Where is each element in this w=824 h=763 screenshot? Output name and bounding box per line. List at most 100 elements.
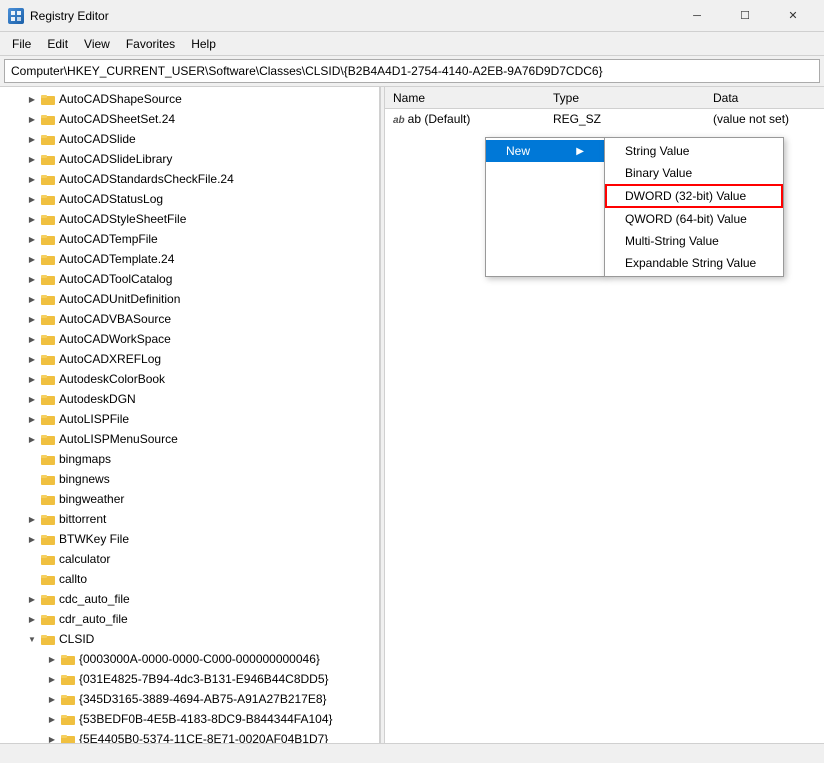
tree-expand-icon[interactable]: ▶ [24,411,40,427]
tree-expand-icon[interactable]: ▼ [24,631,40,647]
tree-item[interactable]: ▶ AutoCADWorkSpace [0,329,379,349]
tree-item[interactable]: ▶ AutoCADSlide [0,129,379,149]
tree-expand-icon[interactable]: ▶ [24,211,40,227]
tree-item[interactable]: ▶ {53BEDF0B-4E5B-4183-8DC9-B844344FA104} [0,709,379,729]
title-bar: Registry Editor ─ ☐ ✕ [0,0,824,32]
menu-view[interactable]: View [76,35,118,53]
tree-expand-icon[interactable]: ▶ [44,651,60,667]
tree-expand-icon[interactable]: ▶ [44,671,60,687]
tree-item[interactable]: ▼ CLSID [0,629,379,649]
tree-panel[interactable]: ▶ AutoCADShapeSource▶ AutoCADSheetSet.24… [0,87,380,743]
tree-item-label: AutoCADWorkSpace [59,332,171,346]
tree-item-label: AutoCADShapeSource [59,92,182,106]
table-row[interactable]: abab (Default)REG_SZ(value not set) [385,109,824,129]
submenu-value-item[interactable]: Binary Value [605,162,783,184]
tree-expand-icon[interactable]: ▶ [44,711,60,727]
tree-item[interactable]: calculator [0,549,379,569]
tree-expand-icon[interactable]: ▶ [24,91,40,107]
tree-expand-icon[interactable]: ▶ [24,611,40,627]
tree-item[interactable]: ▶ cdr_auto_file [0,609,379,629]
tree-expand-icon[interactable]: ▶ [24,351,40,367]
submenu-value-item[interactable]: DWORD (32-bit) Value [605,184,783,208]
tree-item[interactable]: ▶ {0003000A-0000-0000-C000-000000000046} [0,649,379,669]
folder-icon [40,91,56,107]
tree-item[interactable]: ▶ AutoCADStyleSheetFile [0,209,379,229]
tree-expand-icon[interactable]: ▶ [24,391,40,407]
close-button[interactable]: ✕ [770,0,816,32]
folder-icon [40,591,56,607]
submenu-new[interactable]: New ▶ [485,137,605,277]
tree-item[interactable]: ▶ AutoCADStatusLog [0,189,379,209]
tree-item[interactable]: ▶ AutoLISPMenuSource [0,429,379,449]
tree-item[interactable]: ▶ AutoCADTemplate.24 [0,249,379,269]
tree-item[interactable]: callto [0,569,379,589]
tree-item[interactable]: ▶ AutodeskColorBook [0,369,379,389]
folder-icon [40,311,56,327]
main-area: ▶ AutoCADShapeSource▶ AutoCADSheetSet.24… [0,86,824,743]
maximize-button[interactable]: ☐ [722,0,768,32]
new-label: New [506,144,530,158]
tree-expand-icon[interactable]: ▶ [24,151,40,167]
tree-item[interactable]: ▶ AutoCADToolCatalog [0,269,379,289]
tree-expand-icon[interactable]: ▶ [24,131,40,147]
tree-expand-icon[interactable]: ▶ [24,111,40,127]
tree-item[interactable]: ▶ AutoCADTempFile [0,229,379,249]
folder-icon [40,291,56,307]
tree-item[interactable]: ▶ {345D3165-3889-4694-AB75-A91A27B217E8} [0,689,379,709]
tree-expand-icon[interactable]: ▶ [24,371,40,387]
tree-item[interactable]: ▶ AutoLISPFile [0,409,379,429]
tree-expand-icon[interactable] [24,491,40,507]
menu-edit[interactable]: Edit [39,35,76,53]
tree-expand-icon[interactable]: ▶ [24,271,40,287]
tree-item[interactable]: ▶ AutodeskDGN [0,389,379,409]
tree-item[interactable]: ▶ {5E4405B0-5374-11CE-8E71-0020AF04B1D7} [0,729,379,743]
col-header-data: Data [705,91,824,105]
tree-expand-icon[interactable] [24,451,40,467]
submenu-new-item[interactable]: New ▶ [486,140,604,162]
ab-icon: ab [393,115,405,126]
submenu-values[interactable]: String ValueBinary ValueDWORD (32-bit) V… [604,137,784,277]
tree-item[interactable]: ▶ {031E4825-7B94-4dc3-B131-E946B44C8DD5} [0,669,379,689]
tree-item[interactable]: ▶ AutoCADSheetSet.24 [0,109,379,129]
submenu-value-item[interactable]: QWORD (64-bit) Value [605,208,783,230]
minimize-button[interactable]: ─ [674,0,720,32]
tree-item[interactable]: bingnews [0,469,379,489]
tree-expand-icon[interactable]: ▶ [24,251,40,267]
submenu-value-item[interactable]: Multi-String Value [605,230,783,252]
tree-item[interactable]: ▶ AutoCADStandardsCheckFile.24 [0,169,379,189]
tree-item[interactable]: ▶ AutoCADXREFLog [0,349,379,369]
tree-expand-icon[interactable]: ▶ [24,331,40,347]
tree-expand-icon[interactable]: ▶ [24,431,40,447]
submenu-value-item[interactable]: Expandable String Value [605,252,783,274]
menu-favorites[interactable]: Favorites [118,35,183,53]
tree-item[interactable]: ▶ BTWKey File [0,529,379,549]
tree-item[interactable]: ▶ AutoCADShapeSource [0,89,379,109]
tree-item[interactable]: bingweather [0,489,379,509]
tree-item[interactable]: bingmaps [0,449,379,469]
address-bar[interactable]: Computer\HKEY_CURRENT_USER\Software\Clas… [4,59,820,83]
tree-item[interactable]: ▶ cdc_auto_file [0,589,379,609]
tree-expand-icon[interactable]: ▶ [24,511,40,527]
tree-item[interactable]: ▶ AutoCADVBASource [0,309,379,329]
tree-expand-icon[interactable]: ▶ [24,291,40,307]
tree-expand-icon[interactable]: ▶ [24,531,40,547]
tree-expand-icon[interactable]: ▶ [24,231,40,247]
tree-expand-icon[interactable]: ▶ [24,171,40,187]
menu-file[interactable]: File [4,35,39,53]
menu-help[interactable]: Help [183,35,224,53]
tree-expand-icon[interactable]: ▶ [24,311,40,327]
tree-item[interactable]: ▶ AutoCADSlideLibrary [0,149,379,169]
tree-expand-icon[interactable]: ▶ [44,691,60,707]
tree-item-label: bittorrent [59,512,106,526]
tree-expand-icon[interactable] [24,471,40,487]
tree-item-label: AutoCADVBASource [59,312,171,326]
tree-expand-icon[interactable] [24,571,40,587]
tree-expand-icon[interactable]: ▶ [24,191,40,207]
tree-expand-icon[interactable] [24,551,40,567]
submenu-value-item[interactable]: String Value [605,140,783,162]
tree-item[interactable]: ▶ AutoCADUnitDefinition [0,289,379,309]
tree-item[interactable]: ▶ bittorrent [0,509,379,529]
tree-expand-icon[interactable]: ▶ [24,591,40,607]
tree-expand-icon[interactable]: ▶ [44,731,60,743]
tree-item-label: AutodeskColorBook [59,372,165,386]
